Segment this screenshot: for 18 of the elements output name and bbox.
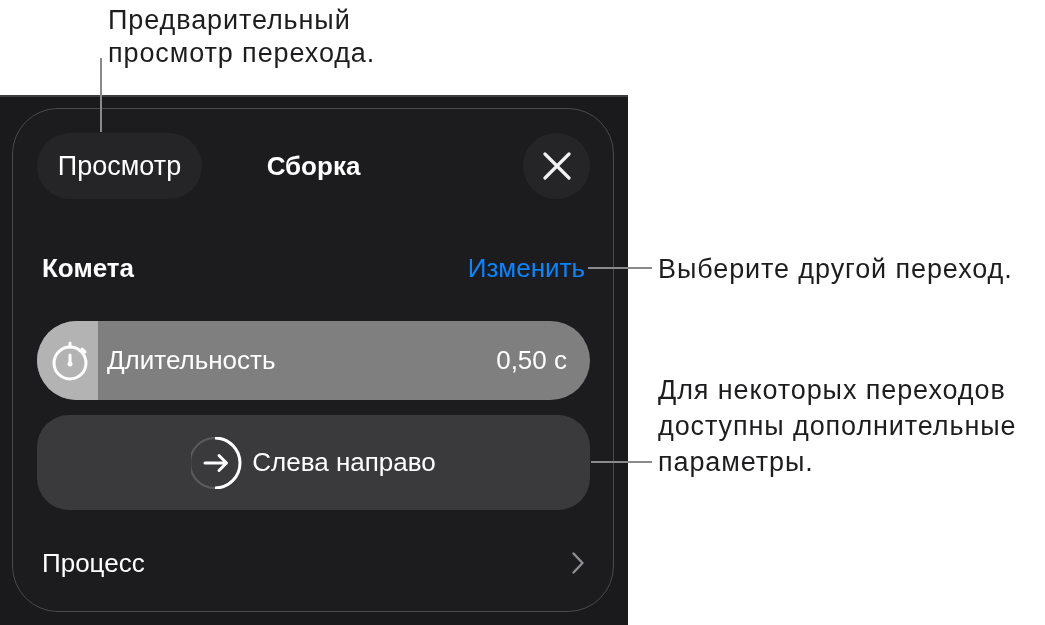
arrow-circle-icon bbox=[191, 436, 244, 489]
callout-text: Предварительный просмотр перехода. bbox=[108, 4, 377, 70]
direction-button[interactable]: Слева направо bbox=[37, 415, 590, 510]
process-row[interactable]: Процесс bbox=[37, 548, 590, 578]
chevron-right-icon bbox=[572, 552, 584, 574]
close-icon bbox=[542, 152, 571, 180]
duration-slider[interactable]: Длительность 0,50 с bbox=[37, 321, 590, 400]
callout-text: Выберите другой переход. bbox=[658, 253, 1014, 286]
transition-name: Комета bbox=[42, 251, 134, 285]
leader-line bbox=[588, 267, 652, 269]
panel-title: Сборка bbox=[266, 149, 361, 183]
duration-label: Длительность bbox=[107, 344, 276, 377]
preview-button[interactable]: Просмотр bbox=[37, 133, 202, 199]
duration-value: 0,50 с bbox=[496, 344, 567, 377]
change-link[interactable]: Изменить bbox=[467, 248, 585, 288]
leader-line bbox=[591, 461, 652, 463]
callout-text: Для некоторых переходов доступны дополнительные параметры. bbox=[658, 374, 1018, 479]
slider-fill[interactable] bbox=[37, 321, 98, 400]
